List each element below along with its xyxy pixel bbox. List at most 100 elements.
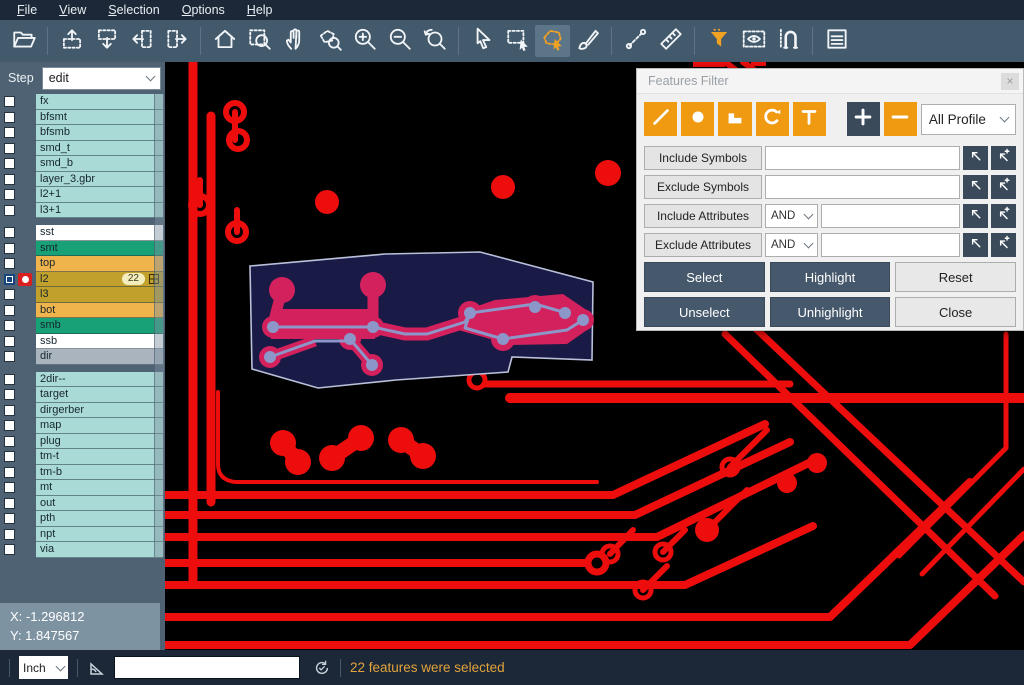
highlight-button[interactable]: Highlight <box>770 262 891 292</box>
menu-view[interactable]: View <box>48 0 97 20</box>
filter-row-label-button[interactable]: Include Symbols <box>644 146 762 170</box>
toolbar-pan-down-button[interactable] <box>89 25 124 57</box>
profile-select[interactable]: All Profile <box>921 104 1016 135</box>
layer-checkbox[interactable] <box>4 205 15 216</box>
menu-selection[interactable]: Selection <box>97 0 170 20</box>
layer-checkbox[interactable] <box>4 374 15 385</box>
filter-row-label-button[interactable]: Exclude Symbols <box>644 175 762 199</box>
toolbar-pan-right-button[interactable] <box>159 25 194 57</box>
layer-label[interactable]: sst <box>36 225 163 241</box>
units-select[interactable]: Inch <box>19 656 68 679</box>
layer-checkbox[interactable] <box>4 189 15 200</box>
toolbar-pan-hand-button[interactable] <box>277 25 312 57</box>
logic-operator-select[interactable]: AND <box>765 233 818 257</box>
toolbar-zoom-polygon-button[interactable] <box>312 25 347 57</box>
layer-label[interactable]: smb <box>36 318 163 334</box>
toolbar-select-arrow-button[interactable] <box>465 25 500 57</box>
layer-checkbox[interactable] <box>4 482 15 493</box>
layer-checkbox[interactable] <box>4 336 15 347</box>
toolbar-view-options-button[interactable] <box>736 25 771 57</box>
filter-mode-remove-button[interactable] <box>884 102 917 136</box>
layer-checkbox[interactable] <box>4 174 15 185</box>
pick-add-from-canvas-button[interactable] <box>991 175 1016 199</box>
layer-checkbox[interactable] <box>4 529 15 540</box>
layer-checkbox[interactable] <box>4 513 15 524</box>
toolbar-zoom-out-button[interactable] <box>382 25 417 57</box>
toolbar-pan-left-button[interactable] <box>124 25 159 57</box>
layer-checkbox[interactable] <box>4 420 15 431</box>
menu-file[interactable]: File <box>6 0 48 20</box>
layer-label[interactable]: 2dir-- <box>36 372 163 388</box>
logic-operator-select[interactable]: AND <box>765 204 818 228</box>
layer-label[interactable]: bfsmt <box>36 110 163 126</box>
filter-shape-pad-button[interactable] <box>681 102 714 136</box>
layer-label[interactable]: bfsmb <box>36 125 163 141</box>
filter-row-label-button[interactable]: Exclude Attributes <box>644 233 762 257</box>
toolbar-polygon-select-button[interactable] <box>535 25 570 57</box>
menu-help[interactable]: Help <box>236 0 284 20</box>
layer-checkbox[interactable] <box>4 158 15 169</box>
reset-button[interactable]: Reset <box>895 262 1016 292</box>
toolbar-zoom-previous-button[interactable] <box>417 25 452 57</box>
layer-checkbox[interactable] <box>4 274 15 285</box>
toolbar-filter-button[interactable] <box>701 25 736 57</box>
layer-label[interactable]: layer_3.gbr <box>36 172 163 188</box>
layer-checkbox[interactable] <box>4 467 15 478</box>
layer-label[interactable]: bot <box>36 303 163 319</box>
unselect-button[interactable]: Unselect <box>644 297 765 327</box>
layer-checkbox[interactable] <box>4 127 15 138</box>
layer-checkbox[interactable] <box>4 320 15 331</box>
layer-checkbox[interactable] <box>4 451 15 462</box>
filter-row-label-button[interactable]: Include Attributes <box>644 204 762 228</box>
pick-from-canvas-button[interactable] <box>963 204 988 228</box>
layer-label[interactable]: l3+1 <box>36 203 163 219</box>
select-button[interactable]: Select <box>644 262 765 292</box>
layer-label[interactable]: npt <box>36 527 163 543</box>
dialog-titlebar[interactable]: Features Filter × <box>637 69 1023 94</box>
layer-checkbox[interactable] <box>4 389 15 400</box>
filter-shape-arc-button[interactable] <box>756 102 789 136</box>
close-button[interactable]: Close <box>895 297 1016 327</box>
layer-label[interactable]: smd_t <box>36 141 163 157</box>
layer-checkbox[interactable] <box>4 351 15 362</box>
step-select[interactable]: edit <box>42 67 161 90</box>
active-layer-indicator[interactable] <box>18 273 32 286</box>
filter-value-input[interactable] <box>821 204 960 228</box>
layer-label[interactable]: tm-b <box>36 465 163 481</box>
filter-shape-line-button[interactable] <box>644 102 677 136</box>
layer-checkbox[interactable] <box>4 243 15 254</box>
layer-checkbox[interactable] <box>4 289 15 300</box>
toolbar-open-folder-button[interactable] <box>6 25 41 57</box>
toolbar-measure-line-button[interactable] <box>618 25 653 57</box>
layer-checkbox[interactable] <box>4 498 15 509</box>
toolbar-zoom-window-button[interactable] <box>242 25 277 57</box>
layer-label[interactable]: l3 <box>36 287 163 303</box>
layer-label[interactable]: l222 <box>36 272 163 288</box>
toolbar-zoom-in-button[interactable] <box>347 25 382 57</box>
layer-label[interactable]: top <box>36 256 163 272</box>
layer-label[interactable]: dir <box>36 349 163 365</box>
layer-label[interactable]: pth <box>36 511 163 527</box>
command-input[interactable] <box>114 656 300 679</box>
toolbar-snap-button[interactable] <box>771 25 806 57</box>
filter-shape-surface-button[interactable] <box>718 102 751 136</box>
filter-mode-add-button[interactable] <box>847 102 880 136</box>
pick-from-canvas-button[interactable] <box>963 146 988 170</box>
layer-label[interactable]: out <box>36 496 163 512</box>
toolbar-ruler-button[interactable] <box>653 25 688 57</box>
filter-value-input[interactable] <box>821 233 960 257</box>
filter-value-input[interactable] <box>765 146 960 170</box>
unhighlight-button[interactable]: Unhighlight <box>770 297 891 327</box>
layer-label[interactable]: target <box>36 387 163 403</box>
pick-from-canvas-button[interactable] <box>963 233 988 257</box>
angle-measure-icon[interactable] <box>87 658 107 678</box>
toolbar-home-button[interactable] <box>207 25 242 57</box>
layer-checkbox[interactable] <box>4 258 15 269</box>
layer-label[interactable]: mt <box>36 480 163 496</box>
layer-label[interactable]: smt <box>36 241 163 257</box>
refresh-icon[interactable] <box>313 659 331 677</box>
layer-checkbox[interactable] <box>4 436 15 447</box>
toolbar-rectangle-select-button[interactable] <box>500 25 535 57</box>
layer-label[interactable]: ssb <box>36 334 163 350</box>
layer-checkbox[interactable] <box>4 112 15 123</box>
